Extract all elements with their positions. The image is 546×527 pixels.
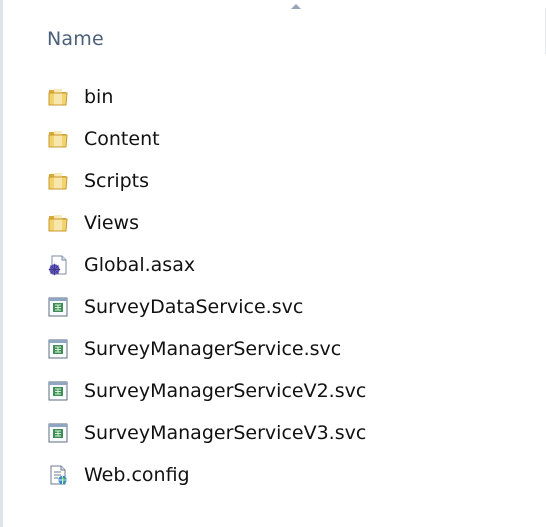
folder-icon (46, 127, 70, 151)
svc-file-icon (46, 421, 70, 445)
file-label: SurveyManagerServiceV3.svc (84, 422, 367, 444)
file-explorer-view: Name bin Content Scripts Views Global.as… (0, 0, 546, 527)
list-item-views[interactable]: Views (46, 202, 526, 244)
file-list: bin Content Scripts Views Global.asax Su… (46, 76, 526, 496)
list-item-web-config[interactable]: Web.config (46, 454, 526, 496)
column-header-row: Name (3, 0, 546, 62)
asax-file-icon (46, 253, 70, 277)
sort-ascending-icon[interactable] (291, 4, 301, 9)
column-header-name[interactable]: Name (47, 28, 104, 50)
list-item-surveymanagerservicev3-svc[interactable]: SurveyManagerServiceV3.svc (46, 412, 526, 454)
svc-file-icon (46, 379, 70, 403)
config-file-icon (46, 463, 70, 487)
svc-file-icon (46, 295, 70, 319)
svc-file-icon (46, 337, 70, 361)
file-label: bin (84, 86, 114, 108)
file-label: Global.asax (84, 254, 196, 276)
window-left-border (0, 0, 3, 527)
folder-icon (46, 85, 70, 109)
list-item-global-asax[interactable]: Global.asax (46, 244, 526, 286)
file-label: Web.config (84, 464, 190, 486)
file-label: Scripts (84, 170, 150, 192)
folder-icon (46, 169, 70, 193)
list-item-scripts[interactable]: Scripts (46, 160, 526, 202)
file-label: Views (84, 212, 139, 234)
list-item-surveymanagerservicev2-svc[interactable]: SurveyManagerServiceV2.svc (46, 370, 526, 412)
list-item-surveymanagerservice-svc[interactable]: SurveyManagerService.svc (46, 328, 526, 370)
file-label: SurveyManagerServiceV2.svc (84, 380, 367, 402)
list-item-bin[interactable]: bin (46, 76, 526, 118)
file-label: Content (84, 128, 160, 150)
file-label: SurveyManagerService.svc (84, 338, 342, 360)
file-label: SurveyDataService.svc (84, 296, 304, 318)
folder-icon (46, 211, 70, 235)
list-item-content[interactable]: Content (46, 118, 526, 160)
list-item-surveydataservice-svc[interactable]: SurveyDataService.svc (46, 286, 526, 328)
